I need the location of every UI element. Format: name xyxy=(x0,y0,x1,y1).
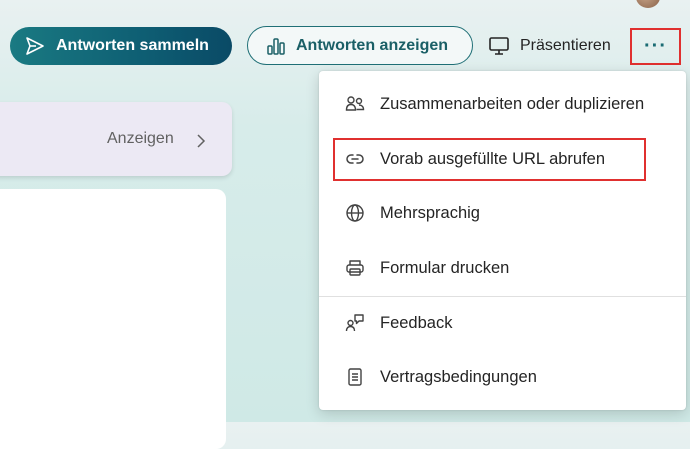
collect-responses-label: Antworten sammeln xyxy=(56,37,209,54)
people-icon xyxy=(345,94,365,114)
menu-item-print-form[interactable]: Formular drucken xyxy=(319,246,686,290)
menu-item-label: Zusammenarbeiten oder duplizieren xyxy=(380,94,645,113)
bar-chart-icon xyxy=(266,36,286,56)
chevron-right-icon xyxy=(194,132,208,150)
menu-item-label: Vertragsbedingungen xyxy=(380,367,537,386)
avatar[interactable] xyxy=(636,0,660,8)
menu-item-label: Formular drucken xyxy=(380,258,510,277)
more-options-button[interactable]: ··· xyxy=(630,28,681,65)
menu-item-collaborate[interactable]: Zusammenarbeiten oder duplizieren xyxy=(319,82,686,126)
menu-divider xyxy=(319,296,686,297)
view-responses-button[interactable]: Antworten anzeigen xyxy=(247,26,473,65)
feedback-icon xyxy=(345,313,365,333)
present-label: Präsentieren xyxy=(520,37,611,54)
menu-item-feedback[interactable]: Feedback xyxy=(319,301,686,345)
menu-item-label: Mehrsprachig xyxy=(380,203,480,222)
monitor-icon xyxy=(488,35,510,57)
collect-responses-button[interactable]: Antworten sammeln xyxy=(10,27,232,65)
printer-icon xyxy=(345,258,365,278)
globe-icon xyxy=(345,203,365,223)
menu-item-multilingual[interactable]: Mehrsprachig xyxy=(319,191,686,235)
preview-card-label: Anzeigen xyxy=(107,130,174,147)
highlight-box xyxy=(333,138,646,181)
document-icon xyxy=(345,367,365,387)
view-responses-label: Antworten anzeigen xyxy=(296,36,449,54)
menu-item-terms[interactable]: Vertragsbedingungen xyxy=(319,355,686,399)
present-button[interactable]: Präsentieren xyxy=(488,30,611,62)
more-options-icon: ··· xyxy=(644,35,667,57)
menu-item-label: Feedback xyxy=(380,313,453,332)
more-options-menu: Zusammenarbeiten oder duplizieren Vorab … xyxy=(319,71,686,410)
form-content-card xyxy=(0,189,226,449)
send-icon xyxy=(24,35,46,57)
